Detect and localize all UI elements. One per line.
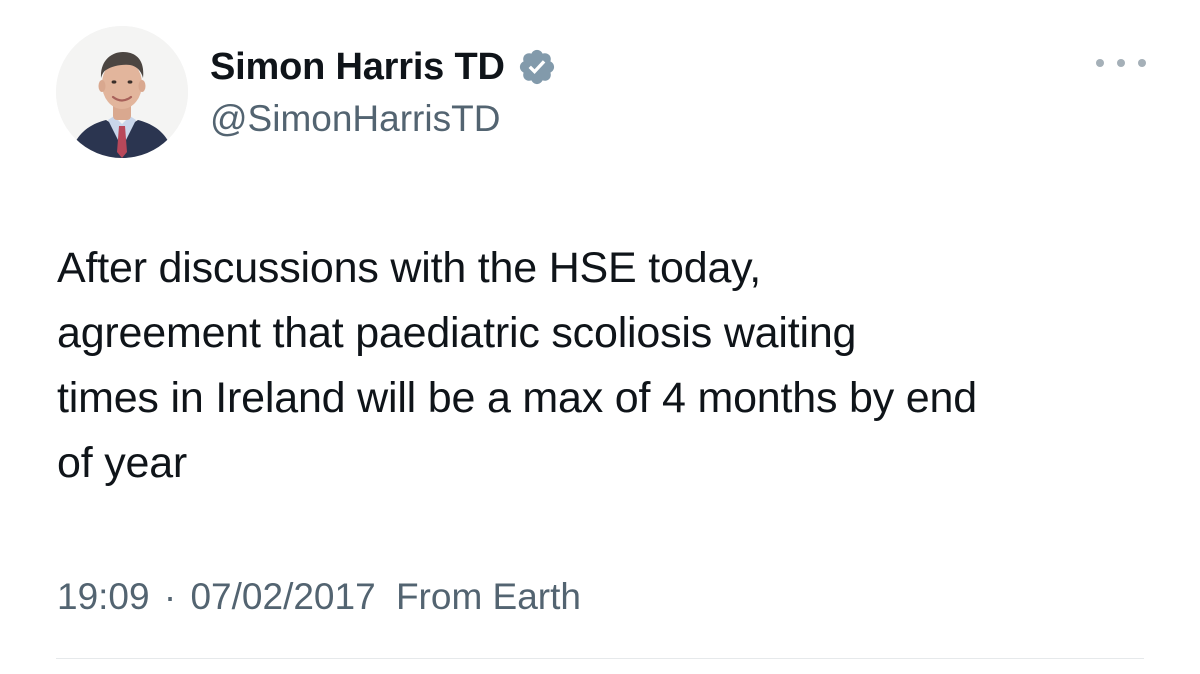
tweet-source: From Earth xyxy=(395,576,581,617)
author-handle[interactable]: @SimonHarrisTD xyxy=(210,98,500,140)
tweet-time[interactable]: 19:09 xyxy=(57,576,150,617)
author-display-name[interactable]: Simon Harris TD xyxy=(210,46,505,89)
more-dot-2 xyxy=(1117,59,1125,67)
tweet-text: After discussions with the HSE today, ag… xyxy=(57,244,977,487)
divider xyxy=(56,658,1144,659)
profile-photo-icon xyxy=(56,26,188,158)
more-dot-3 xyxy=(1138,59,1146,67)
more-dot-1 xyxy=(1096,59,1104,67)
author-name-row: Simon Harris TD xyxy=(210,44,557,90)
tweet-card: Simon Harris TD @SimonHarrisTD After dis… xyxy=(0,0,1200,674)
more-options-icon[interactable] xyxy=(1096,50,1146,76)
author-avatar[interactable] xyxy=(56,26,188,158)
tweet-date[interactable]: 07/02/2017 xyxy=(190,576,375,617)
tweet-meta: 19:09 · 07/02/2017 From Earth xyxy=(57,576,581,618)
meta-separator: · xyxy=(163,576,177,617)
verified-badge-icon xyxy=(517,47,557,87)
